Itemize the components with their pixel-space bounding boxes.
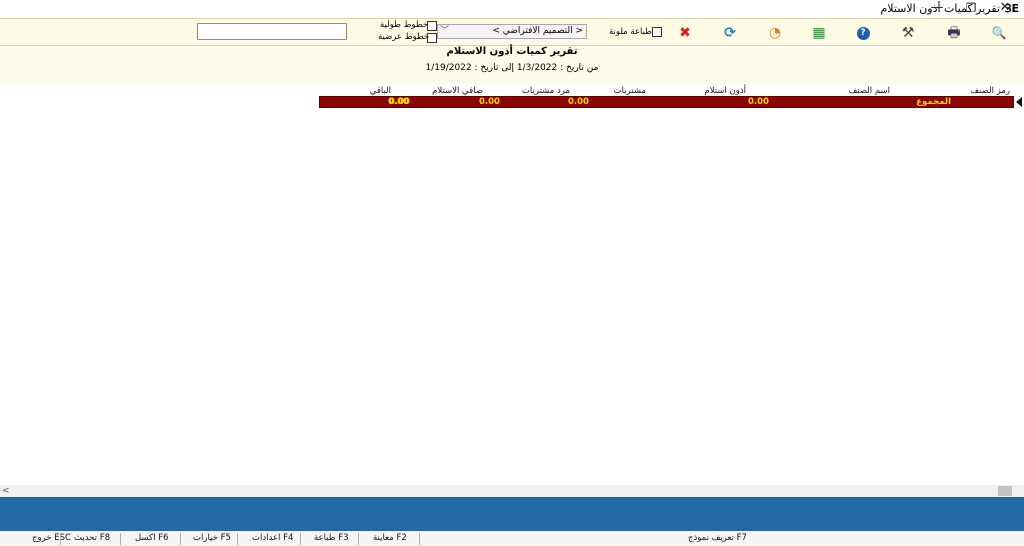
fkey-refresh[interactable]: F8 تحديث — [74, 533, 110, 543]
help-glyph: ? — [856, 26, 870, 40]
status-strip — [0, 497, 1024, 531]
table-row-total[interactable]: المجموع 0.00 0.00 0.00 0.00 0.00 — [319, 96, 1014, 108]
column-receipts[interactable]: أذون استلام — [704, 86, 746, 96]
horizontal-scrollbar[interactable]: < — [0, 485, 1024, 497]
refresh-icon[interactable]: ⟳ — [719, 22, 741, 44]
row-indicator-icon — [1016, 97, 1022, 107]
fkey-excel[interactable]: F6 اكسل — [135, 533, 168, 543]
toolbar: خطوط طولية خطوط عرضية ﹀ < التصميم الافتر… — [0, 18, 1024, 46]
vertical-lines-checkbox[interactable] — [427, 21, 437, 31]
fkey-define-template[interactable]: F7 تعريف نموذج — [688, 533, 747, 543]
fkey-print[interactable]: F3 طباعة — [314, 533, 349, 543]
total-label: المجموع — [916, 97, 951, 107]
fkey-separator — [419, 533, 420, 545]
fkey-settings[interactable]: F4 اعدادات — [252, 533, 293, 543]
title-bar: ꞫE تقرير كميات أذون الاستلام — ❐ ✕ — [0, 0, 1024, 18]
chart-icon[interactable]: ◔ — [764, 22, 786, 44]
function-key-bar: ESC خروج F8 تحديث F6 اكسل F5 خيارات F4 ا… — [0, 531, 1024, 546]
report-date-range: من تاريخ : 1/3/2022 إلى تاريخ : 1/19/202… — [425, 63, 599, 73]
search-input[interactable] — [197, 23, 347, 40]
report-header: تقرير كميات أذون الاستلام من تاريخ : 1/3… — [0, 46, 1024, 84]
total-remaining: 0.00 — [388, 97, 409, 107]
column-remaining[interactable]: الباقي — [370, 86, 391, 96]
help-icon[interactable]: ? — [852, 22, 874, 44]
report-title: تقرير كميات أذون الاستلام — [446, 46, 578, 57]
excel-icon[interactable]: ▦ — [808, 22, 830, 44]
scroll-left-icon[interactable]: < — [2, 485, 10, 497]
settings-icon[interactable]: ⚒ — [897, 22, 919, 44]
grid-header: رمز الصنف اسم الصنف أذون استلام مشتريات … — [319, 86, 1018, 96]
color-print-label: طباعة ملونة — [609, 27, 652, 37]
total-purchase-returns: 0.00 — [479, 97, 500, 107]
fkey-separator — [180, 533, 181, 545]
fkey-preview[interactable]: F2 معاينة — [373, 533, 407, 543]
column-purchase-returns[interactable]: مرد مشتريات — [522, 86, 570, 96]
fkey-separator — [120, 533, 121, 545]
chevron-down-icon: ﹀ — [440, 26, 450, 36]
column-item-name[interactable]: اسم الصنف — [848, 86, 890, 96]
column-purchases[interactable]: مشتريات — [614, 86, 646, 96]
close-report-icon[interactable]: ✖ — [674, 22, 696, 44]
fkey-separator — [358, 533, 359, 545]
column-item-code[interactable]: رمز الصنف — [970, 86, 1010, 96]
horizontal-lines-label: خطوط عرضية — [378, 32, 430, 42]
color-print-checkbox[interactable] — [652, 27, 662, 37]
column-net-receipts[interactable]: صافي الاستلام — [432, 86, 483, 96]
total-receipts: 0.00 — [748, 97, 769, 107]
restore-button[interactable]: ❐ — [954, 0, 988, 18]
fkey-separator — [237, 533, 238, 545]
vertical-lines-label: خطوط طولية — [380, 20, 429, 30]
fkey-options[interactable]: F5 خيارات — [193, 533, 231, 543]
fkey-exit[interactable]: ESC خروج — [32, 533, 71, 543]
template-dropdown[interactable]: ﹀ < التصميم الافتراضي > — [437, 24, 587, 39]
zoom-icon[interactable]: 🔍 — [988, 22, 1010, 44]
minimize-button[interactable]: — — [920, 0, 954, 18]
total-purchases: 0.00 — [568, 97, 589, 107]
fkey-separator — [60, 533, 61, 545]
template-selected: < التصميم الافتراضي > — [492, 26, 583, 36]
close-window-button[interactable]: ✕ — [988, 0, 1022, 18]
scroll-thumb[interactable] — [998, 486, 1012, 496]
print-icon[interactable]: 🖶 — [943, 22, 965, 44]
fkey-separator — [300, 533, 301, 545]
